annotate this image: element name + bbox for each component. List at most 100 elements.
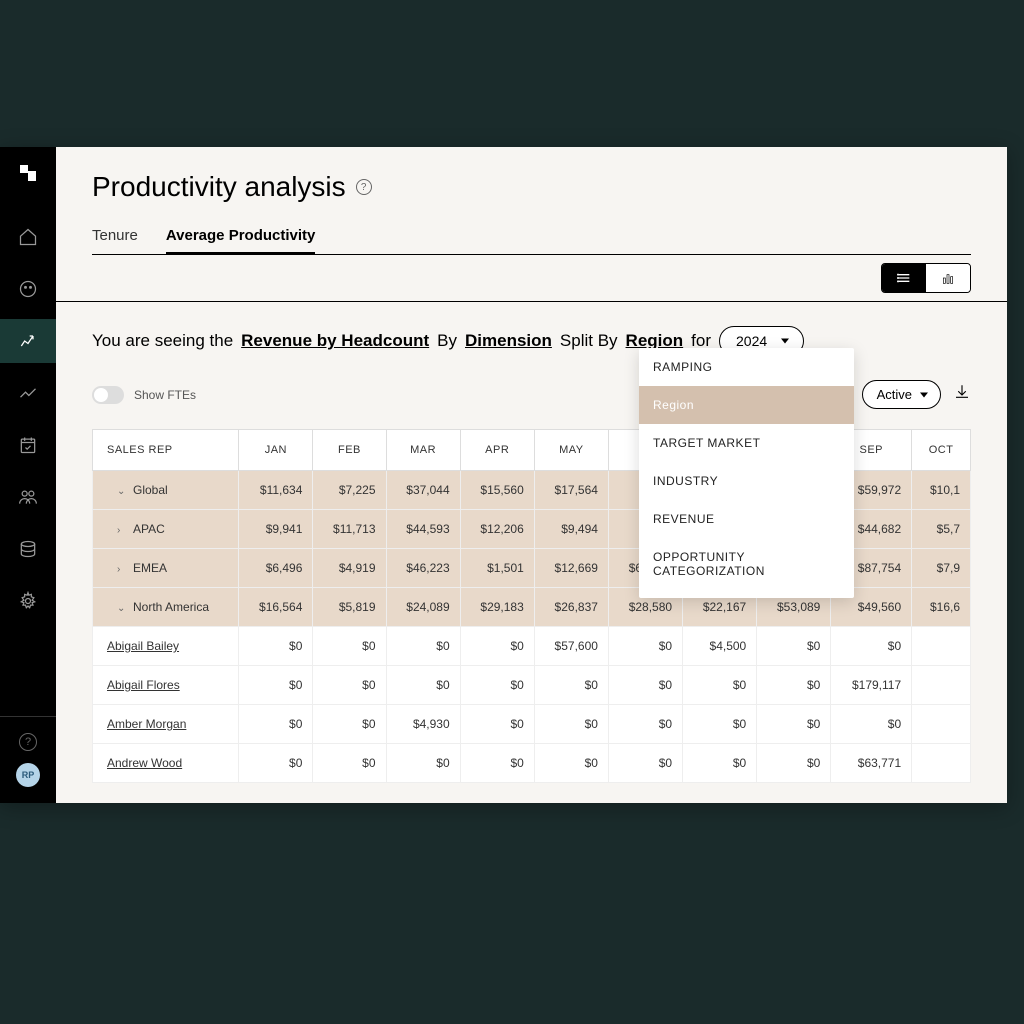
show-ftes-toggle[interactable] [92,386,124,404]
show-ftes-label: Show FTEs [134,388,196,402]
nav-calendar[interactable] [0,423,56,467]
right-controls: Active [862,380,971,409]
download-button[interactable] [953,383,971,406]
table-cell: $0 [460,744,534,783]
avatar[interactable]: RP [16,763,40,787]
dropdown-item[interactable]: ROLE [639,590,854,598]
nav-settings[interactable] [0,579,56,623]
table-cell: $46,223 [386,549,460,588]
nav-database[interactable] [0,527,56,571]
table-cell [912,627,971,666]
table-cell: $0 [608,705,682,744]
table-cell: $0 [313,666,386,705]
table-cell: $0 [239,666,313,705]
view-toggle [881,263,971,293]
group-label-cell[interactable]: ⌄Global [93,471,239,510]
status-filter[interactable]: Active [862,380,941,409]
table-row: Andrew Wood$0$0$0$0$0$0$0$0$63,771 [93,744,971,783]
download-icon [953,383,971,401]
table-cell: $0 [757,744,831,783]
content: You are seeing the Revenue by Headcount … [56,302,1007,783]
table-cell: $0 [757,705,831,744]
main-content: Productivity analysis ? Tenure Average P… [56,147,1007,803]
table-cell: $0 [386,666,460,705]
header: Productivity analysis ? Tenure Average P… [56,147,1007,255]
table-cell: $7,225 [313,471,386,510]
table-cell: $0 [313,627,386,666]
nav-analytics[interactable] [0,319,56,363]
dropdown-item[interactable]: INDUSTRY [639,462,854,500]
table-cell: $4,919 [313,549,386,588]
nav-trends[interactable] [0,371,56,415]
chevron-right-icon[interactable]: › [117,564,127,575]
table-cell: $0 [460,627,534,666]
view-list-button[interactable] [882,264,926,292]
chevron-right-icon[interactable]: › [117,525,127,536]
dropdown-item[interactable]: REVENUE [639,500,854,538]
tab-tenure[interactable]: Tenure [92,227,138,254]
table-cell [912,705,971,744]
table-header-cell: SALES REP [93,430,239,471]
person-name-cell[interactable]: Andrew Wood [93,744,239,783]
table-cell: $12,669 [534,549,608,588]
person-name-cell[interactable]: Amber Morgan [93,705,239,744]
table-cell: $9,494 [534,510,608,549]
table-cell: $0 [239,627,313,666]
group-label-cell[interactable]: ›EMEA [93,549,239,588]
dropdown-item[interactable]: OPPORTUNITY CATEGORIZATION [639,538,854,590]
dimension-selector[interactable]: Dimension [465,331,552,351]
table-cell: $0 [608,666,682,705]
view-chart-button[interactable] [926,264,970,292]
table-cell: $15,560 [460,471,534,510]
table-cell: $12,206 [460,510,534,549]
person-name-cell[interactable]: Abigail Flores [93,666,239,705]
table-header-cell: FEB [313,430,386,471]
table-cell: $0 [534,666,608,705]
nav-dashboard[interactable] [0,267,56,311]
table-cell: $11,713 [313,510,386,549]
sidebar: ? RP [0,147,56,803]
dropdown-scroll[interactable]: RAMPINGRegionTARGET MARKETINDUSTRYREVENU… [639,348,854,598]
table-cell: $0 [608,744,682,783]
table-cell: $0 [386,627,460,666]
dropdown-item[interactable]: Region [639,386,854,424]
table-cell: $179,117 [831,666,912,705]
table-cell: $0 [313,705,386,744]
table-cell: $6,496 [239,549,313,588]
table-row: Abigail Bailey$0$0$0$0$57,600$0$4,500$0$… [93,627,971,666]
table-cell: $0 [313,744,386,783]
table-cell: $16,6 [912,588,971,627]
chevron-down-icon[interactable]: ⌄ [117,486,127,497]
table-cell: $37,044 [386,471,460,510]
help-icon[interactable]: ? [19,733,37,751]
table-cell: $4,930 [386,705,460,744]
app-window: ? RP Productivity analysis ? Tenure Aver… [0,147,1007,803]
table-row: Abigail Flores$0$0$0$0$0$0$0$0$179,117 [93,666,971,705]
table-cell: $63,771 [831,744,912,783]
group-label-cell[interactable]: ›APAC [93,510,239,549]
nav-people[interactable] [0,475,56,519]
nav-items [0,215,56,716]
table-cell: $0 [831,627,912,666]
nav-home[interactable] [0,215,56,259]
table-cell: $16,564 [239,588,313,627]
table-cell [912,666,971,705]
metric-selector[interactable]: Revenue by Headcount [241,331,429,351]
group-label-cell[interactable]: ⌄North America [93,588,239,627]
sentence-prefix: You are seeing the [92,331,233,351]
split-by-dropdown: RAMPINGRegionTARGET MARKETINDUSTRYREVENU… [639,348,854,598]
person-name-cell[interactable]: Abigail Bailey [93,627,239,666]
tabs: Tenure Average Productivity [92,227,971,255]
table-cell: $10,1 [912,471,971,510]
table-cell: $0 [386,744,460,783]
dropdown-item[interactable]: TARGET MARKET [639,424,854,462]
table-header-cell: OCT [912,430,971,471]
dropdown-item[interactable]: RAMPING [639,348,854,386]
table-header-cell: MAR [386,430,460,471]
table-cell: $9,941 [239,510,313,549]
title-help-icon[interactable]: ? [356,179,372,195]
table-cell: $0 [239,744,313,783]
tab-avg-productivity[interactable]: Average Productivity [166,227,316,254]
table-cell: $0 [608,627,682,666]
chevron-down-icon[interactable]: ⌄ [117,603,127,614]
